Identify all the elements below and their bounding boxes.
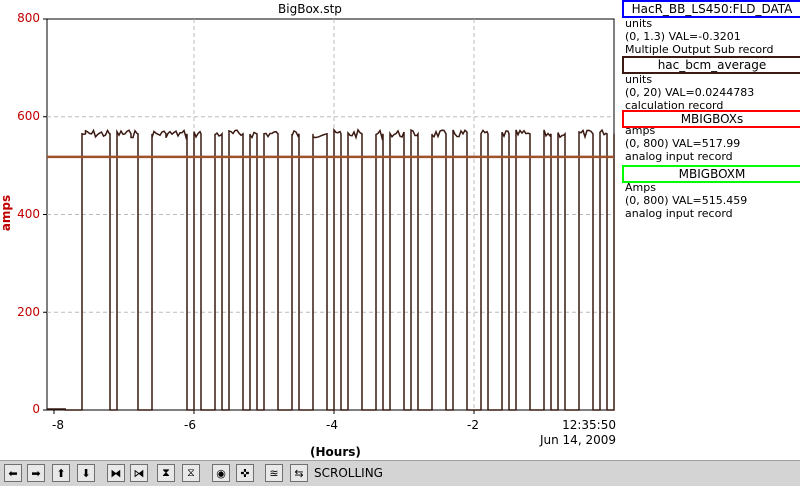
legend-record: analog input record bbox=[625, 207, 733, 220]
plot-area: BigBox.stp amps 800 600 400 200 0 -8 -6 … bbox=[0, 0, 620, 460]
record-icon[interactable]: ◉ bbox=[212, 464, 230, 482]
zoom-out-vertical-icon[interactable]: ⧖ bbox=[182, 464, 200, 482]
legend-header-fld-data[interactable]: HacR_BB_LS450:FLD_DATA bbox=[622, 0, 800, 18]
legend-units: amps bbox=[625, 124, 656, 137]
legend-header-hac-bcm-average[interactable]: hac_bcm_average bbox=[622, 56, 800, 74]
arrow-right-icon[interactable]: ➡ bbox=[27, 464, 45, 482]
arrow-up-icon[interactable]: ⬆ bbox=[52, 464, 70, 482]
x-tick-label: -2 bbox=[467, 418, 479, 432]
autoscale-icon[interactable]: ≊ bbox=[265, 464, 283, 482]
x-tick-label: -8 bbox=[52, 418, 64, 432]
timestamp-date: Jun 14, 2009 bbox=[539, 433, 616, 447]
x-tick-label: -4 bbox=[326, 418, 338, 432]
legend-units: units bbox=[625, 73, 653, 86]
series-line-mbigboxs bbox=[47, 127, 615, 411]
scroll-icon[interactable]: ⇆ bbox=[290, 464, 308, 482]
arrow-left-icon[interactable]: ⬅ bbox=[4, 464, 22, 482]
legend-units: units bbox=[625, 17, 653, 30]
legend-range: (0, 1.3) VAL=-0.3201 bbox=[625, 30, 741, 43]
zoom-in-vertical-icon[interactable]: ⧗ bbox=[157, 464, 175, 482]
pan-icon[interactable]: ✜ bbox=[236, 464, 254, 482]
legend-record: analog input record bbox=[625, 150, 733, 163]
legend-range: (0, 800) VAL=517.99 bbox=[625, 137, 741, 150]
legend-range: (0, 800) VAL=515.459 bbox=[625, 194, 748, 207]
plot-canvas[interactable] bbox=[0, 0, 620, 460]
legend-record: Multiple Output Sub record bbox=[625, 43, 774, 56]
legend-range: (0, 20) VAL=0.0244783 bbox=[625, 86, 755, 99]
x-axis-label: (Hours) bbox=[310, 445, 361, 459]
arrow-down-icon[interactable]: ⬇ bbox=[77, 464, 95, 482]
scrolling-status: SCROLLING bbox=[314, 466, 383, 480]
legend-units: Amps bbox=[625, 181, 656, 194]
toolbar: ⬅ ➡ ⬆ ⬇ ⧓ ⧒ ⧗ ⧖ ◉ ✜ ≊ ⇆ SCROLLING bbox=[0, 460, 800, 486]
timestamp-time: 12:35:50 bbox=[562, 418, 616, 432]
zoom-out-horizontal-icon[interactable]: ⧒ bbox=[130, 464, 148, 482]
x-tick-label: -6 bbox=[184, 418, 196, 432]
legend-panel: HacR_BB_LS450:FLD_DATA units (0, 1.3) VA… bbox=[620, 0, 800, 460]
zoom-in-horizontal-icon[interactable]: ⧓ bbox=[107, 464, 125, 482]
